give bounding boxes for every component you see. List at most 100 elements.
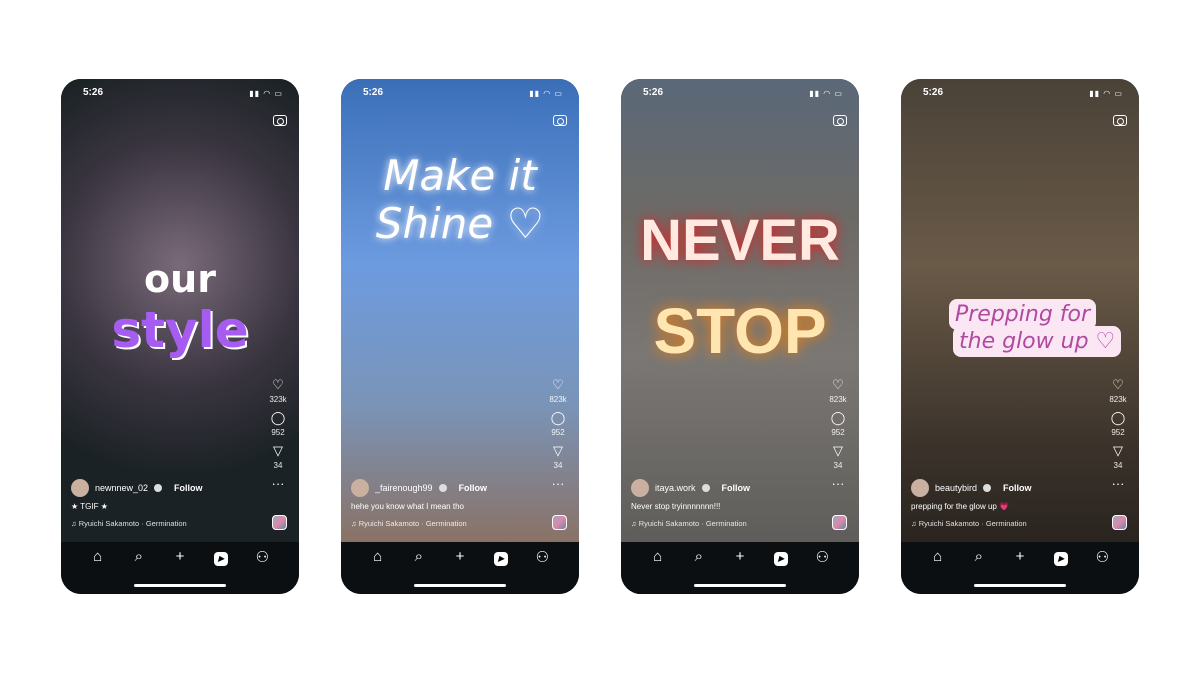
user-row: itaya.work Follow bbox=[631, 479, 750, 497]
caption: hehe you know what I mean tho bbox=[351, 502, 464, 511]
audio-thumbnail[interactable] bbox=[552, 515, 567, 530]
caption: prepping for the glow up 💗 bbox=[911, 502, 1010, 511]
overlay-text-line-1: Make it bbox=[383, 151, 537, 200]
username[interactable]: itaya.work bbox=[655, 483, 696, 493]
phone-screen: 5:26 ▮▮ ◠ ▭ NEVER STOP ♡ 823k ◯ 952 ▽ 34… bbox=[621, 79, 859, 594]
music-info[interactable]: ♫ Ryuichi Sakamoto · Germination bbox=[71, 519, 187, 528]
more-icon[interactable]: ··· bbox=[545, 476, 571, 492]
reels-icon[interactable]: ▶ bbox=[211, 548, 231, 594]
username[interactable]: _fairenough99 bbox=[375, 483, 433, 493]
audio-thumbnail[interactable] bbox=[832, 515, 847, 530]
music-info[interactable]: ♫ Ryuichi Sakamoto · Germination bbox=[631, 519, 747, 528]
username[interactable]: newnnew_02 bbox=[95, 483, 148, 493]
avatar[interactable] bbox=[911, 479, 929, 497]
home-icon[interactable]: ⌂ bbox=[368, 548, 388, 594]
more-icon[interactable]: ··· bbox=[825, 476, 851, 492]
comment-icon[interactable]: ◯ bbox=[545, 410, 571, 426]
camera-icon[interactable] bbox=[833, 115, 847, 126]
profile-icon[interactable]: ⚇ bbox=[532, 548, 552, 594]
verified-icon bbox=[701, 484, 710, 492]
follow-button[interactable]: Follow bbox=[1003, 483, 1032, 493]
phone-screen: 5:26 ▮▮ ◠ ▭ our style ♡ 323k ◯ 952 ▽ 34 … bbox=[61, 79, 299, 594]
search-icon[interactable]: ⌕ bbox=[409, 548, 429, 594]
create-icon[interactable]: + bbox=[450, 548, 470, 594]
avatar[interactable] bbox=[71, 479, 89, 497]
heart-icon[interactable]: ♡ bbox=[545, 377, 571, 393]
caption: ★ TGIF ★ bbox=[71, 502, 108, 511]
home-icon[interactable]: ⌂ bbox=[88, 548, 108, 594]
phone-screen: 5:26 ▮▮ ◠ ▭ Prepping for the glow up ♡ ♡… bbox=[901, 79, 1139, 594]
camera-icon[interactable] bbox=[1113, 115, 1127, 126]
signal-wifi-battery-icon: ▮▮ ◠ ▭ bbox=[249, 89, 283, 98]
signal-wifi-battery-icon: ▮▮ ◠ ▭ bbox=[1089, 89, 1123, 98]
music-info[interactable]: ♫ Ryuichi Sakamoto · Germination bbox=[351, 519, 467, 528]
avatar[interactable] bbox=[631, 479, 649, 497]
share-count: 34 bbox=[833, 461, 843, 470]
video-media[interactable] bbox=[341, 79, 579, 542]
reels-icon[interactable]: ▶ bbox=[1051, 548, 1071, 594]
more-icon[interactable]: ··· bbox=[1105, 476, 1131, 492]
audio-thumbnail[interactable] bbox=[272, 515, 287, 530]
username[interactable]: beautybird bbox=[935, 483, 977, 493]
heart-icon[interactable]: ♡ bbox=[265, 377, 291, 393]
camera-icon[interactable] bbox=[273, 115, 287, 126]
verified-icon bbox=[154, 484, 163, 492]
heart-icon[interactable]: ♡ bbox=[825, 377, 851, 393]
verified-icon bbox=[983, 484, 992, 492]
create-icon[interactable]: + bbox=[170, 548, 190, 594]
create-icon[interactable]: + bbox=[1010, 548, 1030, 594]
like-count: 823k bbox=[1109, 395, 1127, 404]
follow-button[interactable]: Follow bbox=[722, 483, 751, 493]
comment-icon[interactable]: ◯ bbox=[265, 410, 291, 426]
status-time: 5:26 bbox=[643, 87, 664, 98]
send-icon[interactable]: ▽ bbox=[265, 443, 291, 459]
share-count: 34 bbox=[553, 461, 563, 470]
camera-icon[interactable] bbox=[553, 115, 567, 126]
comment-icon[interactable]: ◯ bbox=[825, 410, 851, 426]
send-icon[interactable]: ▽ bbox=[1105, 443, 1131, 459]
send-icon[interactable]: ▽ bbox=[545, 443, 571, 459]
overlay-text-line-2: STOP bbox=[653, 295, 827, 367]
follow-button[interactable]: Follow bbox=[459, 483, 488, 493]
profile-icon[interactable]: ⚇ bbox=[252, 548, 272, 594]
overlay-text-line-2: style bbox=[111, 301, 249, 359]
comment-count: 952 bbox=[271, 428, 285, 437]
user-row: newnnew_02 Follow bbox=[71, 479, 203, 497]
profile-icon[interactable]: ⚇ bbox=[812, 548, 832, 594]
action-rail: ♡ 823k ◯ 952 ▽ 34 ··· bbox=[825, 377, 851, 492]
caption: Never stop tryinnnnnnn!!! bbox=[631, 502, 721, 511]
action-rail: ♡ 823k ◯ 952 ▽ 34 ··· bbox=[1105, 377, 1131, 492]
avatar[interactable] bbox=[351, 479, 369, 497]
action-rail: ♡ 823k ◯ 952 ▽ 34 ··· bbox=[545, 377, 571, 492]
audio-thumbnail[interactable] bbox=[1112, 515, 1127, 530]
status-time: 5:26 bbox=[83, 87, 104, 98]
overlay-text-line-1: our bbox=[144, 257, 216, 301]
overlay-text-line-1: NEVER bbox=[640, 208, 840, 273]
status-time: 5:26 bbox=[363, 87, 384, 98]
share-count: 34 bbox=[1113, 461, 1123, 470]
heart-icon[interactable]: ♡ bbox=[1105, 377, 1131, 393]
send-icon[interactable]: ▽ bbox=[825, 443, 851, 459]
home-indicator bbox=[134, 584, 226, 587]
search-icon[interactable]: ⌕ bbox=[969, 548, 989, 594]
share-count: 34 bbox=[273, 461, 283, 470]
home-indicator bbox=[974, 584, 1066, 587]
home-icon[interactable]: ⌂ bbox=[648, 548, 668, 594]
comment-icon[interactable]: ◯ bbox=[1105, 410, 1131, 426]
create-icon[interactable]: + bbox=[730, 548, 750, 594]
home-icon[interactable]: ⌂ bbox=[928, 548, 948, 594]
more-icon[interactable]: ··· bbox=[265, 476, 291, 492]
music-info[interactable]: ♫ Ryuichi Sakamoto · Germination bbox=[911, 519, 1027, 528]
signal-wifi-battery-icon: ▮▮ ◠ ▭ bbox=[809, 89, 843, 98]
profile-icon[interactable]: ⚇ bbox=[1092, 548, 1112, 594]
search-icon[interactable]: ⌕ bbox=[129, 548, 149, 594]
status-time: 5:26 bbox=[923, 87, 944, 98]
home-indicator bbox=[694, 584, 786, 587]
reels-icon[interactable]: ▶ bbox=[771, 548, 791, 594]
verified-icon bbox=[438, 484, 447, 492]
reels-icon[interactable]: ▶ bbox=[491, 548, 511, 594]
search-icon[interactable]: ⌕ bbox=[689, 548, 709, 594]
home-indicator bbox=[414, 584, 506, 587]
follow-button[interactable]: Follow bbox=[174, 483, 203, 493]
phone-screen: 5:26 ▮▮ ◠ ▭ Make it Shine ♡ ♡ 823k ◯ 952… bbox=[341, 79, 579, 594]
